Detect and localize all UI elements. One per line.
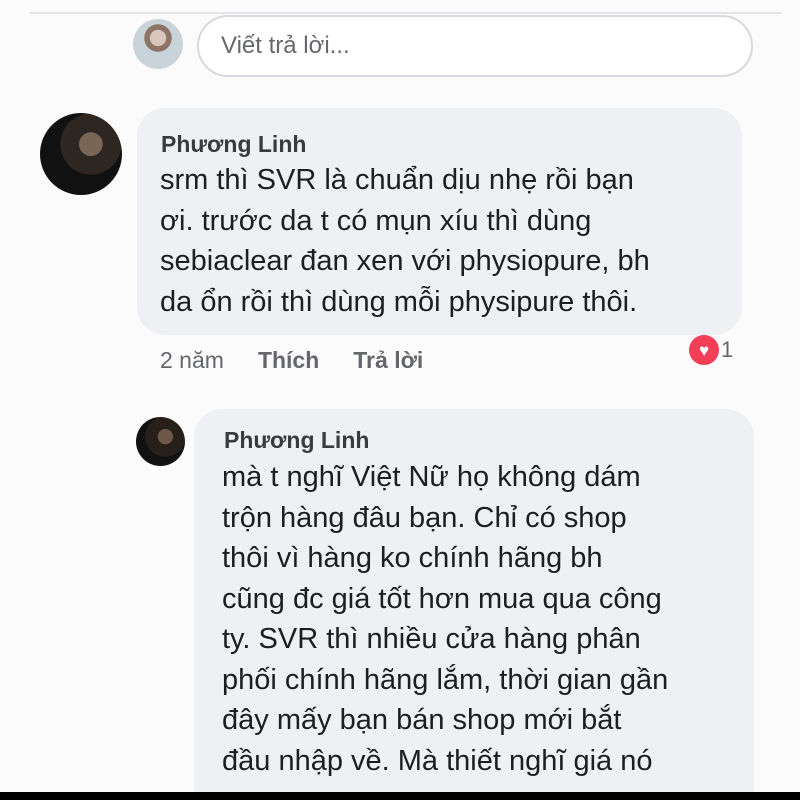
comment-author[interactable]: Phương Linh: [161, 131, 306, 158]
comment-bubble: Phương Linh srm thì SVR là chuẩn dịu nhẹ…: [137, 108, 742, 335]
reply-placeholder: Viết trả lời...: [221, 32, 350, 59]
reply-comment-text: mà t nghĩ Việt Nữ họ không dám trộn hàng…: [222, 461, 669, 777]
comment-text: srm thì SVR là chuẩn dịu nhẹ rồi bạn ơi.…: [160, 164, 650, 318]
reaction-count: 1: [721, 337, 734, 362]
comment-timestamp[interactable]: 2 năm: [160, 347, 224, 374]
current-user-avatar[interactable]: [133, 19, 183, 69]
reply-input[interactable]: Viết trả lời...: [197, 15, 753, 77]
reply-comment-bubble: Phương Linh mà t nghĩ Việt Nữ họ không d…: [194, 409, 754, 800]
comment-actions: 2 năm Thích Trả lời: [160, 344, 423, 376]
like-button[interactable]: Thích: [258, 347, 319, 374]
reply-composer: Viết trả lời...: [0, 0, 800, 90]
reply-comment-author[interactable]: Phương Linh: [224, 427, 369, 454]
heart-icon: ♥: [689, 335, 719, 365]
reply-commenter-avatar[interactable]: [136, 417, 185, 466]
reaction-summary[interactable]: ♥ 1: [689, 333, 733, 367]
reply-button[interactable]: Trả lời: [353, 347, 423, 374]
bottom-edge: [0, 792, 800, 800]
comment-thread-screenshot: Viết trả lời... Phương Linh srm thì SVR …: [0, 0, 800, 800]
commenter-avatar[interactable]: [40, 113, 122, 195]
